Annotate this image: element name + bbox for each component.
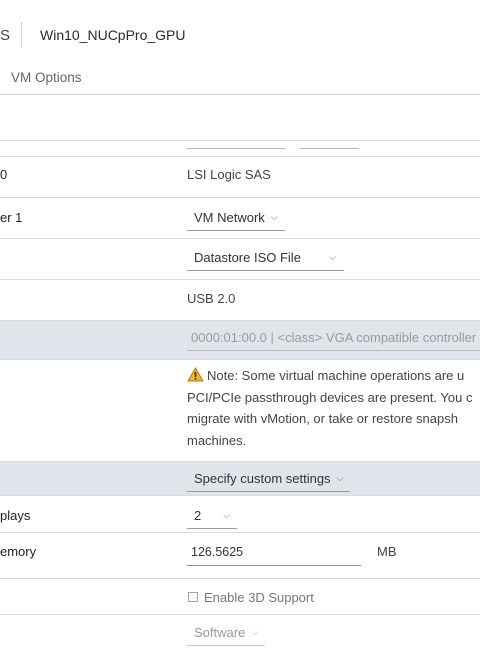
page-header: S Win10_NUCpPro_GPU (0, 0, 480, 60)
passthrough-note: Note: Some virtual machine operations ar… (187, 365, 480, 451)
video-memory-input[interactable]: 126.5625 (187, 545, 361, 566)
note-line-4: machines. (187, 432, 247, 448)
cd-dvd-dropdown-value: Datastore ISO File (194, 250, 301, 265)
chevron-down-icon: ⌵ (270, 212, 278, 222)
network-dropdown[interactable]: VM Network ⌵ (187, 210, 285, 231)
note-line-2: PCI/PCIe passthrough devices are present… (187, 389, 473, 405)
video-memory-row: emory 126.5625 MB (0, 532, 480, 578)
note-line-1: Note: Some virtual machine operations ar… (207, 368, 465, 383)
network-adapter-label: er 1 (0, 210, 23, 225)
partial-field-left (187, 148, 285, 149)
cd-dvd-row: Datastore ISO File ⌵ (0, 238, 480, 279)
chevron-down-icon: ⌵ (223, 510, 231, 520)
cd-dvd-dropdown[interactable]: Datastore ISO File ⌵ (187, 250, 344, 271)
video-settings-dropdown[interactable]: Specify custom settings ⌵ (187, 471, 351, 492)
displays-value: 2 (194, 508, 202, 523)
vm-name-title: Win10_NUCpPro_GPU (40, 27, 186, 43)
pci-device-row: 0000:01:00.0 | <class> VGA compatible co… (0, 320, 480, 359)
network-dropdown-value: VM Network (194, 210, 265, 225)
video-memory-value: 126.5625 (191, 545, 244, 559)
header-title-fragment: S (0, 27, 11, 44)
scsi-controller-label: 0 (0, 167, 8, 182)
header-divider (21, 22, 22, 48)
usb-controller-row: USB 2.0 (0, 279, 480, 320)
chevron-down-icon: ⌵ (336, 473, 344, 483)
renderer-value: Software (194, 625, 246, 640)
usb-controller-value: USB 2.0 (187, 291, 236, 306)
tab-bar: VM Options (0, 64, 480, 95)
renderer-dropdown[interactable]: Software ⌵ (187, 625, 266, 646)
chevron-down-icon: ⌵ (328, 252, 336, 262)
partial-field-right (300, 148, 359, 149)
checkbox-icon[interactable] (188, 592, 198, 602)
displays-row: plays 2 ⌵ (0, 495, 480, 532)
chevron-down-icon: ⌵ (251, 627, 259, 637)
displays-label: plays (0, 508, 31, 523)
vm-settings-panel: S Win10_NUCpPro_GPU VM Options 0 LSI Log… (0, 0, 480, 650)
network-adapter-row: er 1 VM Network ⌵ (0, 197, 480, 238)
video-card-row: Specify custom settings ⌵ (0, 461, 480, 495)
scsi-controller-value: LSI Logic SAS (187, 167, 271, 182)
enable-3d-label: Enable 3D Support (204, 590, 314, 605)
displays-dropdown[interactable]: 2 ⌵ (187, 508, 238, 529)
video-memory-unit: MB (377, 544, 397, 559)
tab-vm-options[interactable]: VM Options (11, 70, 82, 85)
passthrough-note-row: Note: Some virtual machine operations ar… (0, 359, 480, 461)
pci-device-field[interactable]: 0000:01:00.0 | <class> VGA compatible co… (187, 330, 480, 351)
renderer-row: Software ⌵ (0, 614, 480, 650)
enable-3d-checkbox[interactable]: Enable 3D Support (188, 590, 314, 605)
enable-3d-row: Enable 3D Support (0, 578, 480, 614)
video-settings-value: Specify custom settings (194, 471, 331, 486)
partial-row (0, 140, 480, 156)
warning-icon (187, 367, 204, 382)
scsi-controller-row: 0 LSI Logic SAS (0, 156, 480, 197)
pci-device-value: 0000:01:00.0 | <class> VGA compatible co… (191, 330, 477, 345)
video-memory-label: emory (0, 544, 37, 559)
note-line-3: migrate with vMotion, or take or restore… (187, 411, 458, 426)
settings-table: 0 LSI Logic SAS er 1 VM Network ⌵ Datasto… (0, 140, 480, 650)
